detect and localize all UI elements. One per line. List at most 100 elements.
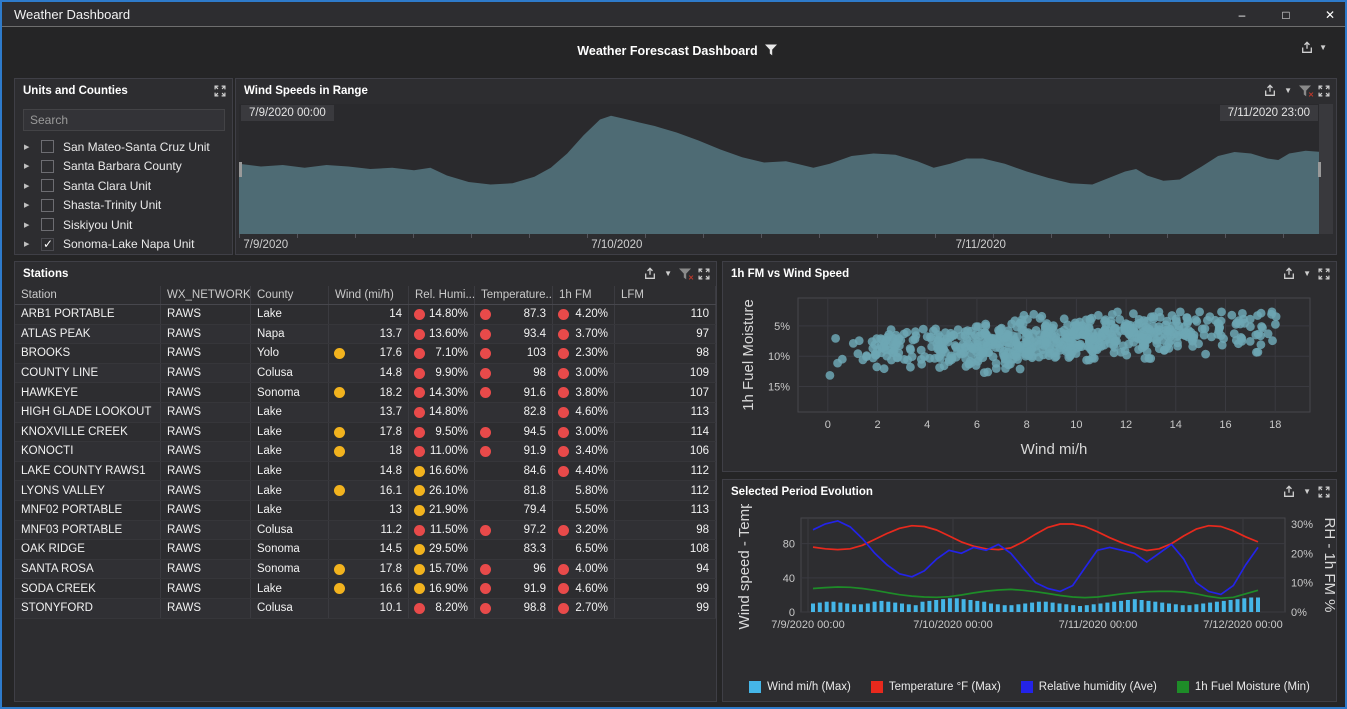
range-left-handle[interactable] — [239, 162, 242, 177]
checkbox[interactable] — [41, 199, 54, 212]
minimize-button[interactable]: – — [1233, 8, 1251, 22]
kpi-dot-red — [414, 427, 425, 438]
checkbox[interactable] — [41, 140, 54, 153]
expander-icon[interactable]: ▶ — [24, 201, 34, 209]
tree-item-siskiyou-unit[interactable]: ▶Siskiyou Unit — [15, 215, 232, 235]
kpi-dot-red — [558, 407, 569, 418]
network-cell: RAWS — [161, 305, 251, 324]
table-row[interactable]: LAKE COUNTY RAWS1RAWSLake14.816.60%84.64… — [15, 462, 716, 482]
column-header-station[interactable]: Station — [15, 286, 161, 304]
legend-label: Wind mi/h (Max) — [767, 681, 851, 693]
table-row[interactable]: HAWKEYERAWSSonoma18.214.30%91.63.80%107 — [15, 383, 716, 403]
column-header-lfm[interactable]: LFM — [615, 286, 716, 304]
table-row[interactable]: MNF03 PORTABLERAWSColusa11.211.50%97.23.… — [15, 521, 716, 541]
network-cell: RAWS — [161, 403, 251, 422]
network-cell: RAWS — [161, 579, 251, 598]
column-header-wind-mi-h-[interactable]: Wind (mi/h) — [329, 286, 409, 304]
checkbox[interactable] — [41, 218, 54, 231]
table-row[interactable]: HIGH GLADE LOOKOUTRAWSLake13.714.80%82.8… — [15, 403, 716, 423]
svg-text:30%: 30% — [1291, 519, 1313, 531]
export-icon[interactable] — [1300, 41, 1314, 55]
tree-item-san-mateo-santa-cruz-unit[interactable]: ▶San Mateo-Santa Cruz Unit — [15, 137, 232, 157]
export-dropdown-caret[interactable]: ▼ — [1319, 44, 1327, 52]
humidity-cell: 11.50% — [409, 521, 475, 540]
temperature-cell: 91.9 — [475, 442, 553, 461]
wind-cell: 17.6 — [329, 344, 409, 363]
export-icon[interactable] — [643, 267, 657, 281]
tree-item-shasta-trinity-unit[interactable]: ▶Shasta-Trinity Unit — [15, 196, 232, 216]
table-row[interactable]: BROOKSRAWSYolo17.67.10%1032.30%98 — [15, 344, 716, 364]
maximize-button[interactable]: □ — [1277, 8, 1295, 22]
column-header-temperature-[interactable]: Temperature... — [475, 286, 553, 304]
expander-icon[interactable]: ▶ — [24, 143, 34, 151]
column-header-1h-fm[interactable]: 1h FM — [553, 286, 615, 304]
clear-filter-icon[interactable]: ✕ — [1299, 85, 1311, 97]
tree-item-santa-barbara-county[interactable]: ▶Santa Barbara County — [15, 157, 232, 177]
table-row[interactable]: STONYFORDRAWSColusa10.18.20%98.82.70%99 — [15, 599, 716, 619]
temperature-cell: 79.4 — [475, 501, 553, 520]
export-icon[interactable] — [1263, 84, 1277, 98]
tree-item-sonoma-lake-napa-unit[interactable]: ▶Sonoma-Lake Napa Unit — [15, 235, 232, 254]
fuel-moisture-cell: 6.50% — [553, 540, 615, 559]
units-panel-title: Units and Counties — [15, 85, 128, 97]
export-dropdown-caret[interactable]: ▼ — [664, 270, 672, 278]
station-cell: KNOXVILLE CREEK — [15, 423, 161, 442]
table-row[interactable]: KONOCTIRAWSLake1811.00%91.93.40%106 — [15, 442, 716, 462]
wind-range-chart[interactable]: 7/9/2020 00:00 7/11/2020 23:00 — [239, 104, 1333, 234]
table-row[interactable]: COUNTY LINERAWSColusa14.89.90%983.00%109 — [15, 364, 716, 384]
network-cell: RAWS — [161, 344, 251, 363]
tree-item-santa-clara-unit[interactable]: ▶Santa Clara Unit — [15, 176, 232, 196]
search-input[interactable] — [23, 109, 225, 131]
county-cell: Lake — [251, 423, 329, 442]
column-header-wx-network[interactable]: WX_NETWORK — [161, 286, 251, 304]
x-axis-tick-label: 7/11/2020 — [956, 239, 1006, 251]
maximize-panel-icon[interactable] — [1318, 486, 1330, 498]
lfm-cell: 108 — [615, 540, 716, 559]
expander-icon[interactable]: ▶ — [24, 182, 34, 190]
export-icon[interactable] — [1282, 267, 1296, 281]
legend-item[interactable]: Temperature °F (Max) — [871, 681, 1001, 693]
table-row[interactable]: KNOXVILLE CREEKRAWSLake17.89.50%94.53.00… — [15, 423, 716, 443]
table-row[interactable]: SODA CREEKRAWSLake16.616.90%91.94.60%99 — [15, 579, 716, 599]
station-cell: SODA CREEK — [15, 579, 161, 598]
kpi-dot-yellow — [414, 583, 425, 594]
range-right-handle[interactable] — [1318, 162, 1321, 177]
humidity-cell: 21.90% — [409, 501, 475, 520]
maximize-panel-icon[interactable] — [698, 268, 710, 280]
export-dropdown-caret[interactable]: ▼ — [1303, 488, 1311, 496]
legend-item[interactable]: Relative humidity (Ave) — [1021, 681, 1157, 693]
table-row[interactable]: ARB1 PORTABLERAWSLake1414.80%87.34.20%11… — [15, 305, 716, 325]
checkbox[interactable] — [41, 160, 54, 173]
export-dropdown-caret[interactable]: ▼ — [1303, 270, 1311, 278]
network-cell: RAWS — [161, 364, 251, 383]
maximize-panel-icon[interactable] — [1318, 85, 1330, 97]
legend-item[interactable]: Wind mi/h (Max) — [749, 681, 851, 693]
window-title: Weather Dashboard — [2, 7, 130, 22]
table-row[interactable]: SANTA ROSARAWSSonoma17.815.70%964.00%94 — [15, 560, 716, 580]
maximize-panel-icon[interactable] — [1318, 268, 1330, 280]
filter-icon[interactable] — [765, 44, 777, 59]
column-header-rel-humi-[interactable]: Rel. Humi... — [409, 286, 475, 304]
clear-filter-icon[interactable]: ✕ — [679, 268, 691, 280]
svg-text:7/9/2020 00:00: 7/9/2020 00:00 — [771, 619, 844, 631]
table-row[interactable]: MNF02 PORTABLERAWSLake1321.90%79.45.50%1… — [15, 501, 716, 521]
table-row[interactable]: LYONS VALLEYRAWSLake16.126.10%81.85.80%1… — [15, 481, 716, 501]
expander-icon[interactable]: ▶ — [24, 162, 34, 170]
expander-icon[interactable]: ▶ — [24, 240, 34, 248]
close-button[interactable]: ✕ — [1321, 8, 1339, 22]
station-cell: LAKE COUNTY RAWS1 — [15, 462, 161, 481]
kpi-dot-red — [480, 583, 491, 594]
kpi-dot-red — [558, 525, 569, 536]
legend-item[interactable]: 1h Fuel Moisture (Min) — [1177, 681, 1310, 693]
checkbox[interactable] — [41, 179, 54, 192]
export-icon[interactable] — [1282, 485, 1296, 499]
maximize-panel-icon[interactable] — [214, 85, 226, 97]
table-row[interactable]: OAK RIDGERAWSSonoma14.529.50%83.36.50%10… — [15, 540, 716, 560]
checkbox[interactable] — [41, 238, 54, 251]
expander-icon[interactable]: ▶ — [24, 221, 34, 229]
table-row[interactable]: ATLAS PEAKRAWSNapa13.713.60%93.43.70%97 — [15, 325, 716, 345]
export-dropdown-caret[interactable]: ▼ — [1284, 87, 1292, 95]
column-header-county[interactable]: County — [251, 286, 329, 304]
fuel-moisture-cell: 2.70% — [553, 599, 615, 618]
svg-text:15%: 15% — [768, 382, 790, 394]
